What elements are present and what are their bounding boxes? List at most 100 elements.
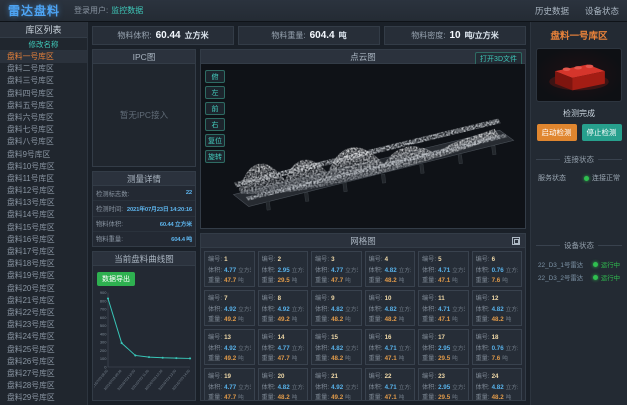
cell-id-label: 编号: — [262, 371, 276, 380]
cell-volume-value: 0.76 — [492, 267, 504, 274]
rename-zone-link[interactable]: 修改名称 — [0, 38, 87, 51]
cell-id-line: 编号:3 — [315, 254, 358, 263]
pointcloud-viewport[interactable]: 俯左前右复位旋转 — [201, 64, 525, 228]
sidebar-item-zone[interactable]: 盘料三号库区 — [0, 75, 87, 87]
cell-volume-label: 体积: — [208, 304, 222, 313]
curve-chart: 01002003004005006007008009002021/07/23 0… — [94, 288, 194, 399]
cell-weight-label: 重量: — [476, 353, 490, 362]
cell-id-label: 编号: — [476, 293, 490, 302]
cell-weight-line: 重量:49.2吨 — [208, 353, 251, 362]
sidebar-item-zone[interactable]: 盘料19号库区 — [0, 270, 87, 282]
sidebar-item-zone[interactable]: 盘料四号库区 — [0, 88, 87, 100]
sidebar-item-zone[interactable]: 盘料26号库区 — [0, 356, 87, 368]
view-button-right[interactable]: 右 — [205, 118, 225, 131]
cell-volume-line: 体积:2.95立方米 — [422, 382, 465, 391]
sidebar-item-zone[interactable]: 盘料15号库区 — [0, 222, 87, 234]
cell-weight-label: 重量: — [208, 353, 222, 362]
cell-weight-label: 重量: — [422, 392, 436, 400]
cell-weight-value: 47.7 — [224, 277, 236, 284]
cell-id-line: 编号:22 — [369, 371, 412, 380]
cell-id-label: 编号: — [476, 332, 490, 341]
cell-volume-unit: 立方米 — [399, 343, 411, 352]
sidebar-item-zone[interactable]: 盘料9号库区 — [0, 149, 87, 161]
sidebar-item-zone[interactable]: 盘料23号库区 — [0, 319, 87, 331]
cell-id-value: 13 — [224, 334, 231, 341]
cell-weight-label: 重量: — [476, 314, 490, 323]
ipc-panel: IPC图 暂无IPC接入 — [92, 49, 196, 167]
detail-value: 2021年07月23日 14:20:16 — [127, 204, 192, 213]
view-button-reset[interactable]: 复位 — [205, 134, 225, 147]
sidebar-item-zone[interactable]: 盘料24号库区 — [0, 331, 87, 343]
sidebar-item-zone[interactable]: 盘料10号库区 — [0, 161, 87, 173]
sidebar-item-zone[interactable]: 盘料21号库区 — [0, 295, 87, 307]
sidebar-item-zone[interactable]: 盘料二号库区 — [0, 63, 87, 75]
stop-detection-button[interactable]: 停止检测 — [582, 124, 622, 141]
device-row: 22_D3_1号雷达运行中 — [536, 258, 622, 271]
stat-label: 物料体积: — [117, 30, 151, 41]
view-button-top[interactable]: 俯 — [205, 70, 225, 83]
grid-cell: 编号:13体积:4.92立方米重量:49.2吨 — [204, 329, 255, 365]
nav-link-device-status[interactable]: 设备状态 — [585, 5, 619, 17]
cell-weight-unit: 吨 — [399, 314, 405, 323]
sidebar-item-zone[interactable]: 盘料13号库区 — [0, 197, 87, 209]
expand-icon[interactable] — [512, 237, 520, 245]
cell-volume-label: 体积: — [208, 382, 222, 391]
sidebar-item-zone[interactable]: 盘料29号库区 — [0, 392, 87, 404]
sidebar-item-zone[interactable]: 盘料五号库区 — [0, 100, 87, 112]
sidebar-item-zone[interactable]: 盘料12号库区 — [0, 185, 87, 197]
svg-text:900: 900 — [100, 290, 107, 295]
data-export-button[interactable]: 数据导出 — [97, 272, 135, 286]
cell-weight-unit: 吨 — [345, 353, 351, 362]
pointcloud-title: 点云图 — [350, 51, 376, 63]
grid-cell: 编号:6体积:0.76立方米重量:7.6吨 — [472, 251, 523, 287]
cell-volume-value: 2.95 — [438, 345, 450, 352]
view-button-left[interactable]: 左 — [205, 86, 225, 99]
sidebar-item-zone[interactable]: 盘料25号库区 — [0, 344, 87, 356]
cell-weight-line: 重量:47.1吨 — [369, 353, 412, 362]
connection-label: 服务状态 — [538, 173, 566, 183]
view-button-front[interactable]: 前 — [205, 102, 225, 115]
cell-id-value: 20 — [278, 373, 285, 380]
cell-id-line: 编号:4 — [369, 254, 412, 263]
grid-cell: 编号:7体积:4.92立方米重量:49.2吨 — [204, 290, 255, 326]
cell-weight-value: 29.5 — [438, 355, 450, 362]
cell-id-value: 10 — [385, 295, 392, 302]
sidebar-item-zone[interactable]: 盘料一号库区 — [0, 51, 87, 63]
sidebar-item-zone[interactable]: 盘料20号库区 — [0, 283, 87, 295]
sidebar-item-zone[interactable]: 盘料六号库区 — [0, 112, 87, 124]
grid-cell: 编号:23体积:2.95立方米重量:29.5吨 — [418, 368, 469, 400]
cell-volume-value: 4.71 — [438, 267, 450, 274]
cell-volume-value: 4.82 — [331, 345, 343, 352]
cell-id-line: 编号:18 — [476, 332, 519, 341]
sidebar-item-zone[interactable]: 盘料八号库区 — [0, 136, 87, 148]
sidebar-item-zone[interactable]: 盘料七号库区 — [0, 124, 87, 136]
login-user-name[interactable]: 监控数据 — [111, 5, 143, 16]
grid-cell: 编号:24体积:4.82立方米重量:48.2吨 — [472, 368, 523, 400]
cell-id-value: 4 — [385, 256, 388, 263]
cell-weight-line: 重量:29.5吨 — [422, 392, 465, 400]
sidebar-item-zone[interactable]: 盘料14号库区 — [0, 209, 87, 221]
cell-id-label: 编号: — [315, 293, 329, 302]
cell-id-value: 23 — [438, 373, 445, 380]
start-detection-button[interactable]: 启动检测 — [537, 124, 577, 141]
app-window: 雷达盘料 登录用户: 监控数据 历史数据设备状态 库区列表 修改名称 盘料一号库… — [0, 0, 627, 405]
sidebar-item-zone[interactable]: 盘料27号库区 — [0, 368, 87, 380]
content-area: 物料体积:60.44立方米物料重量:604.4吨物料密度:10吨/立方米 IPC… — [88, 22, 530, 405]
view-button-rotate[interactable]: 旋转 — [205, 150, 225, 163]
cell-weight-line: 重量:47.1吨 — [369, 392, 412, 400]
sidebar-item-zone[interactable]: 盘料16号库区 — [0, 234, 87, 246]
curve-panel-title: 当前盘料曲线图 — [114, 253, 174, 265]
sidebar-item-zone[interactable]: 盘料28号库区 — [0, 380, 87, 392]
sidebar-item-zone[interactable]: 盘料17号库区 — [0, 246, 87, 258]
stat-unit: 吨/立方米 — [465, 30, 499, 41]
cell-weight-value: 29.5 — [438, 394, 450, 400]
cell-volume-unit: 立方米 — [506, 265, 518, 274]
sidebar-item-zone[interactable]: 盘料22号库区 — [0, 307, 87, 319]
cell-weight-label: 重量: — [476, 392, 490, 400]
sidebar-item-zone[interactable]: 盘料18号库区 — [0, 258, 87, 270]
nav-link-history[interactable]: 历史数据 — [535, 5, 569, 17]
sidebar-item-zone[interactable]: 盘料11号库区 — [0, 173, 87, 185]
cell-volume-value: 4.71 — [385, 384, 397, 391]
cell-id-line: 编号:1 — [208, 254, 251, 263]
cell-id-label: 编号: — [369, 254, 383, 263]
